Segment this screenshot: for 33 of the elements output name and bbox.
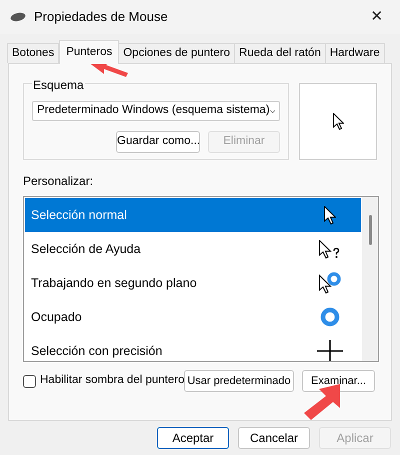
- scheme-button[interactable]: Guardar como...: [116, 131, 200, 153]
- window-title: Propiedades de Mouse: [34, 8, 169, 26]
- dialog-button[interactable]: Aceptar: [157, 427, 229, 449]
- row-label: Selección de Ayuda: [31, 240, 142, 258]
- arrow-cursor-icon: [332, 113, 344, 130]
- cursor-button[interactable]: Usar predeterminado: [184, 370, 294, 392]
- close-button[interactable]: ✕: [364, 4, 390, 30]
- busy-cursor-icon: [320, 307, 340, 327]
- row-label: Selección normal: [31, 206, 128, 224]
- row-label: Selección con precisión: [31, 342, 164, 360]
- chevron-down-icon: [270, 108, 275, 114]
- list-row[interactable]: Selección normal: [25, 198, 361, 232]
- tab[interactable]: Botones: [7, 43, 60, 63]
- crosshair-cursor-icon: [317, 340, 343, 361]
- checkbox-label: Habilitar sombra del puntero: [40, 373, 184, 388]
- dropdown-value: Predeterminado Windows (esquema sistema): [37, 103, 270, 118]
- callout-arrow: [302, 384, 342, 420]
- customize-label: Personalizar:: [23, 173, 94, 190]
- scrollbar[interactable]: [362, 197, 378, 361]
- dialog-button[interactable]: Cancelar: [238, 427, 310, 449]
- cursor-button[interactable]: Examinar...: [302, 370, 375, 392]
- row-label: Trabajando en segundo plano: [31, 274, 198, 292]
- mouse-icon: [10, 12, 26, 22]
- callout-arrow: [88, 61, 128, 77]
- tab[interactable]: Punteros: [59, 40, 120, 64]
- checkbox[interactable]: [23, 374, 36, 388]
- row-label: Ocupado: [31, 308, 83, 326]
- scrollbar-thumb[interactable]: [368, 215, 372, 245]
- arrow-cursor-icon: [324, 206, 336, 224]
- help-cursor-icon: [319, 240, 341, 258]
- working-cursor-icon: [319, 272, 341, 294]
- tab[interactable]: Hardware: [324, 43, 385, 63]
- scheme-dropdown[interactable]: Predeterminado Windows (esquema sistema): [32, 101, 280, 121]
